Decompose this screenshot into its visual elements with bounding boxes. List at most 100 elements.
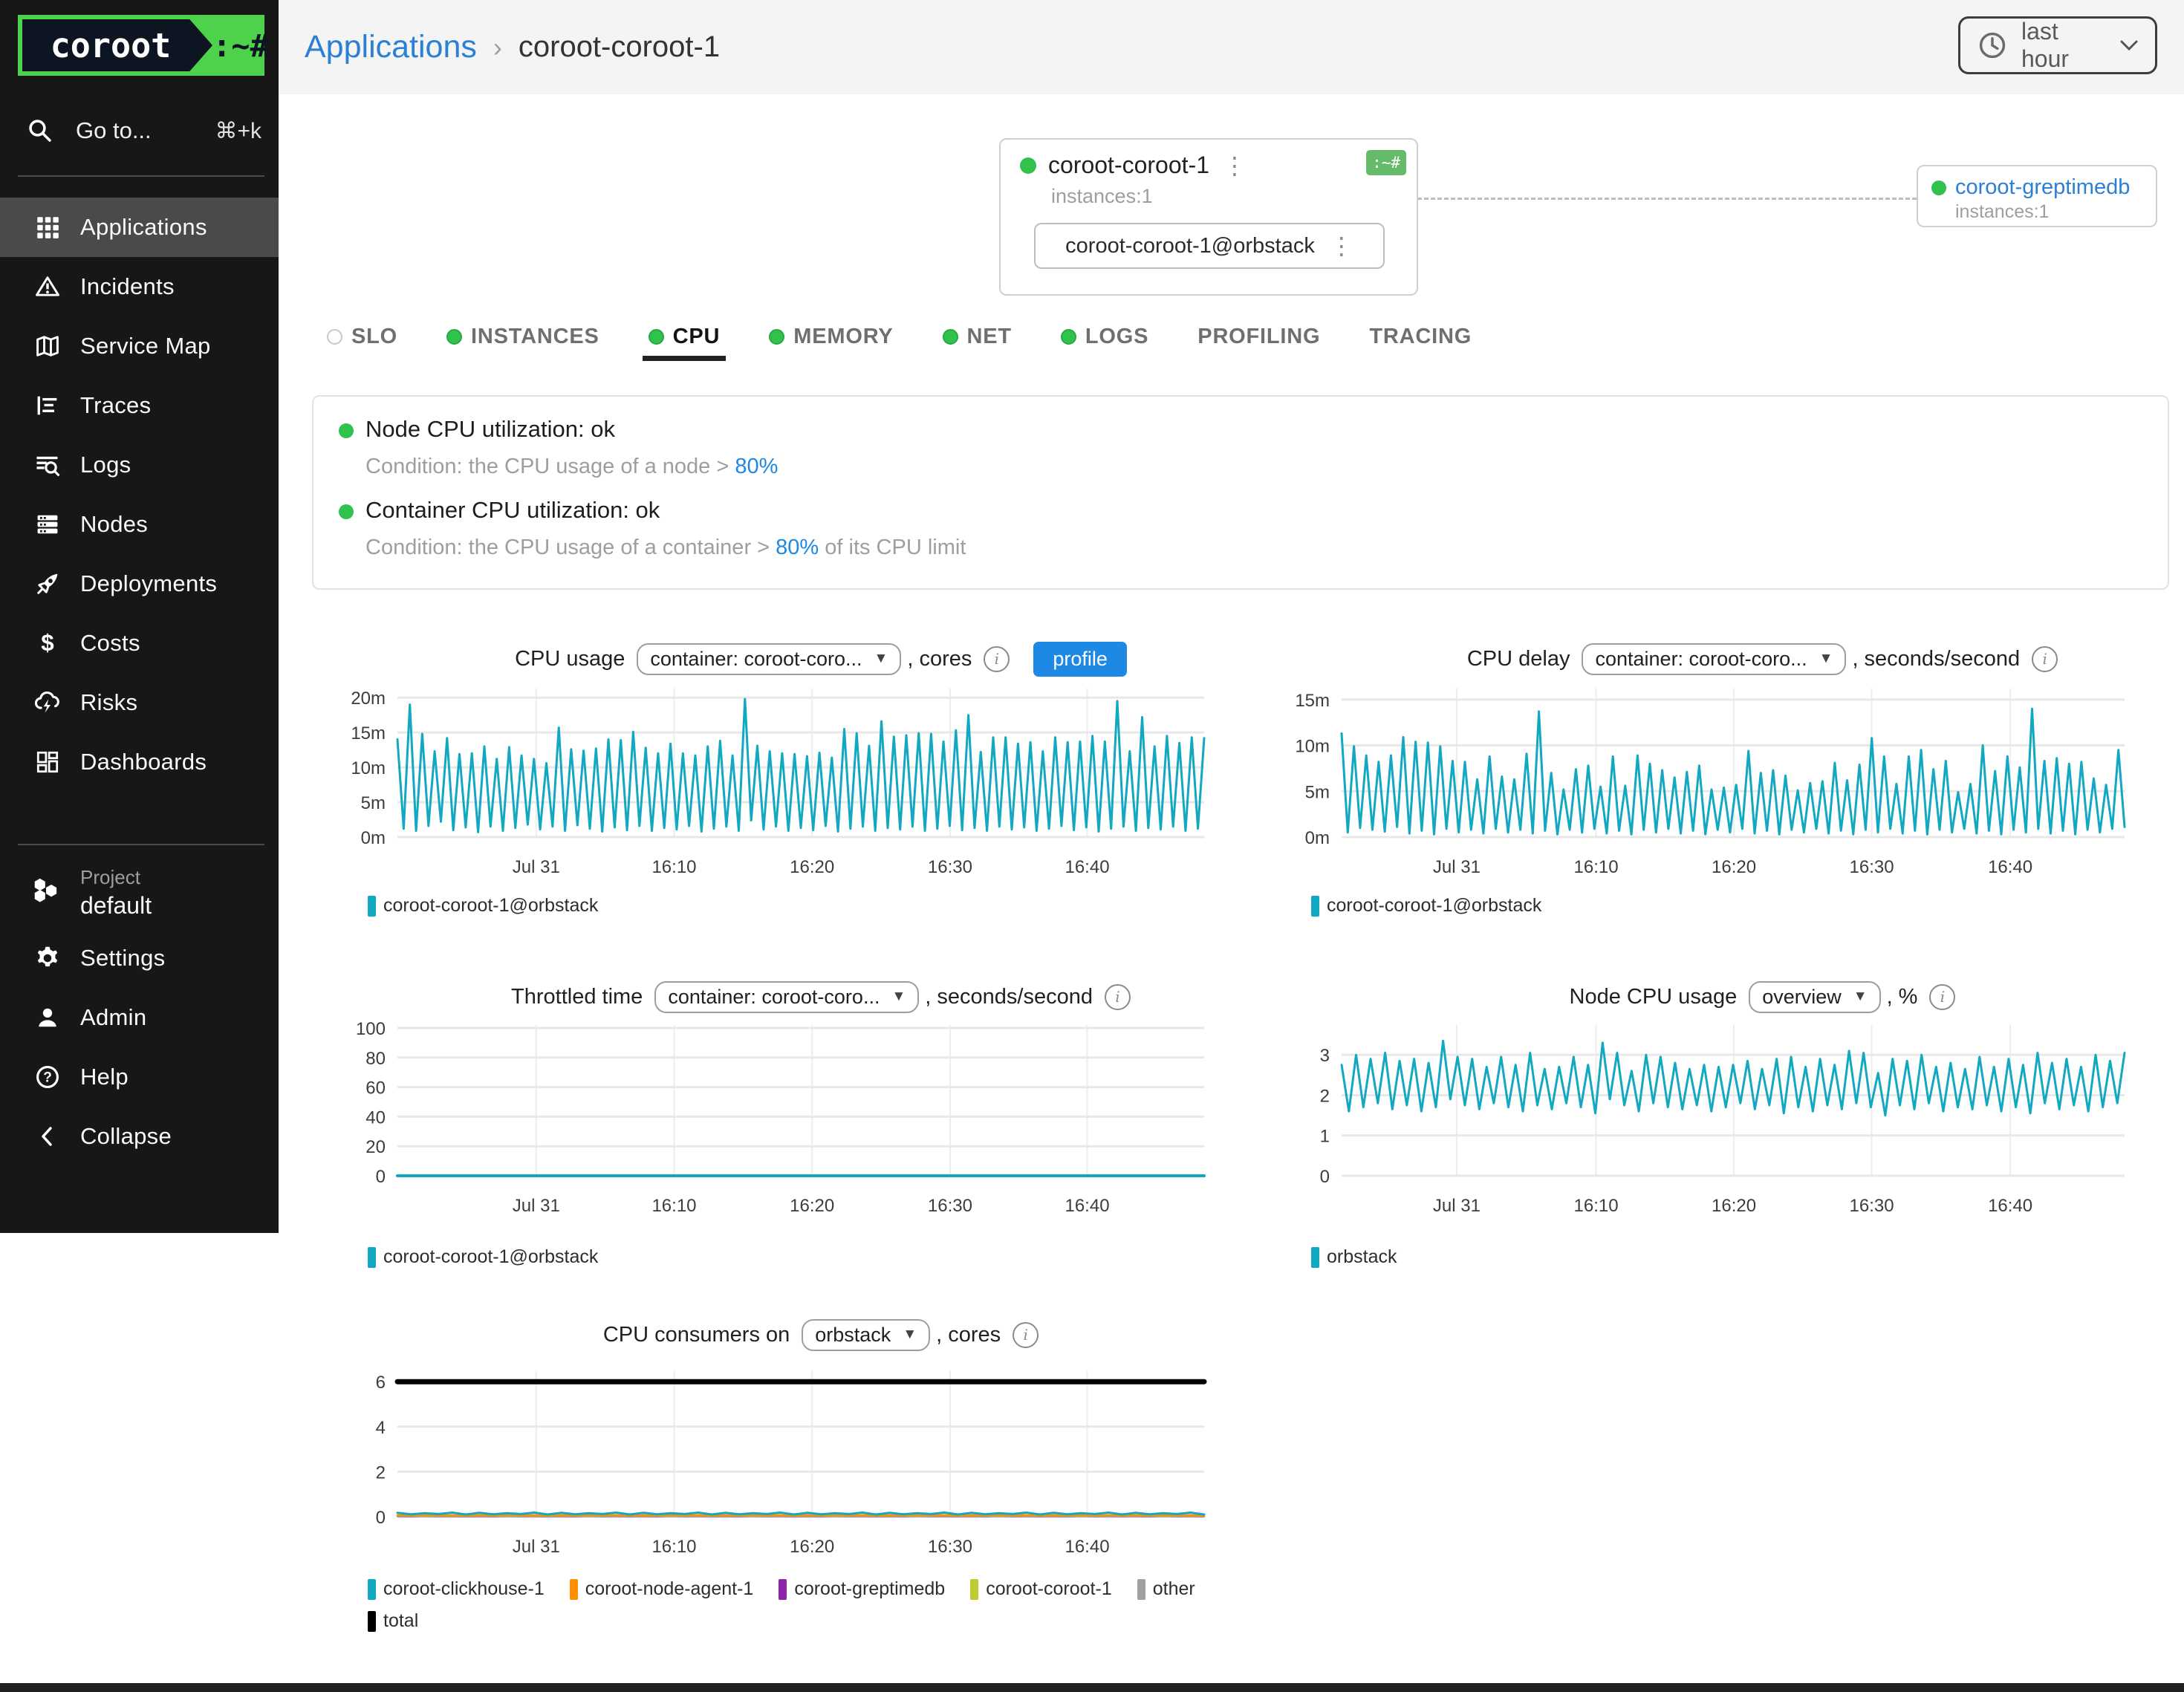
sidebar-item-logs[interactable]: Logs xyxy=(0,435,279,495)
y-tick-label: 5m xyxy=(1305,782,1330,802)
y-tick-label: 1 xyxy=(1320,1127,1330,1147)
tab-label: SLO xyxy=(351,325,397,349)
sidebar-item-nodes[interactable]: Nodes xyxy=(0,495,279,554)
tab-status-dot xyxy=(649,329,664,345)
y-tick-label: 15m xyxy=(1295,691,1330,711)
status-dot xyxy=(1931,180,1946,195)
chart-legend: coroot-coroot-1@orbstack xyxy=(368,1246,598,1268)
series-coroot-coroot-1@orbstack xyxy=(1342,709,2125,834)
check-item: Container CPU utilization: okCondition: … xyxy=(339,497,2168,560)
sidebar-item-risks[interactable]: Risks xyxy=(0,673,279,732)
y-tick-label: 2 xyxy=(376,1462,386,1483)
x-tick-label: 16:10 xyxy=(651,1196,696,1216)
goto-label: Go to... xyxy=(76,117,215,144)
check-threshold-link[interactable]: 80% xyxy=(735,455,778,478)
y-tick-label: 5m xyxy=(361,793,386,813)
linked-app-link[interactable]: coroot-greptimedb xyxy=(1955,175,2130,200)
x-tick-label: Jul 31 xyxy=(1433,1196,1481,1216)
sidebar-item-incidents[interactable]: Incidents xyxy=(0,257,279,316)
legend-item-other[interactable]: other xyxy=(1137,1578,1195,1600)
question-icon: ? xyxy=(31,1063,64,1091)
y-tick-label: 0 xyxy=(376,1167,386,1187)
breadcrumb-applications-link[interactable]: Applications xyxy=(305,29,477,65)
tab-instances[interactable]: INSTANCES xyxy=(446,325,599,349)
sidebar-item-deployments[interactable]: Deployments xyxy=(0,554,279,614)
y-tick-label: 20m xyxy=(351,689,386,709)
rocket-icon xyxy=(31,570,64,598)
sidebar-item-applications[interactable]: Applications xyxy=(0,198,279,257)
coroot-badge: :~# xyxy=(1366,150,1406,175)
sidebar-footer-nav: Settings Admin?HelpCollapse xyxy=(0,928,279,1166)
goto-shortcut: ⌘+k xyxy=(215,118,261,144)
y-tick-label: 10m xyxy=(1295,737,1330,757)
sidebar-item-collapse[interactable]: Collapse xyxy=(0,1107,279,1166)
legend-item-coroot-node-agent-1[interactable]: coroot-node-agent-1 xyxy=(570,1578,754,1600)
legend-item-coroot-coroot-1@orbstack[interactable]: coroot-coroot-1@orbstack xyxy=(368,895,598,917)
tab-cpu[interactable]: CPU xyxy=(649,325,721,349)
bottom-bar xyxy=(0,1683,2184,1692)
tab-memory[interactable]: MEMORY xyxy=(769,325,893,349)
instances-count: instances:1 xyxy=(1051,185,1417,208)
kebab-menu-icon[interactable]: ⋮ xyxy=(1223,154,1247,178)
svg-text:?: ? xyxy=(43,1070,52,1086)
kebab-menu-icon[interactable]: ⋮ xyxy=(1330,234,1353,258)
checks-panel: Node CPU utilization: okCondition: the C… xyxy=(312,395,2169,590)
project-label: Project xyxy=(80,866,152,889)
y-tick-label: 10m xyxy=(351,758,386,778)
chart-cpu-delay: CPU delay container: coroot-coro...▼ , s… xyxy=(1255,635,2184,947)
legend-item-coroot-coroot-1@orbstack[interactable]: coroot-coroot-1@orbstack xyxy=(1311,895,1541,917)
sidebar-item-label: Applications xyxy=(80,214,207,241)
tab-tracing[interactable]: TRACING xyxy=(1369,325,1472,349)
legend-item-coroot-coroot-1@orbstack[interactable]: coroot-coroot-1@orbstack xyxy=(368,1246,598,1268)
sidebar-item-admin[interactable]: Admin xyxy=(0,988,279,1047)
legend-item-total[interactable]: total xyxy=(368,1610,418,1632)
sidebar-item-help[interactable]: ?Help xyxy=(0,1047,279,1107)
legend-item-orbstack[interactable]: orbstack xyxy=(1311,1246,1397,1268)
tab-net[interactable]: NET xyxy=(943,325,1012,349)
sidebar-item-label: Nodes xyxy=(80,511,148,538)
legend-swatch xyxy=(368,896,376,917)
coroot-logo[interactable]: coroot :~# xyxy=(18,15,264,76)
series-coroot-clickhouse-1 xyxy=(397,1513,1204,1515)
node-cpu-usage-plot[interactable]: Jul 3116:1016:2016:3016:400123 xyxy=(1255,973,2184,1240)
breadcrumb: Applications › coroot-coroot-1 xyxy=(305,0,720,94)
check-condition: Condition: the CPU usage of a container … xyxy=(365,536,966,560)
cpu-usage-plot[interactable]: Jul 3116:1016:2016:3016:400m5m10m15m20m xyxy=(312,635,1244,891)
sidebar-item-label: Deployments xyxy=(80,570,217,597)
sidebar: coroot :~# Go to... ⌘+k Applications Inci… xyxy=(0,0,279,1233)
tab-profiling[interactable]: PROFILING xyxy=(1197,325,1320,349)
app-card-coroot-coroot-1[interactable]: coroot-coroot-1 ⋮ :~# instances:1 coroot… xyxy=(999,138,1418,296)
project-switcher[interactable]: Project default xyxy=(0,862,279,925)
sidebar-item-costs[interactable]: $Costs xyxy=(0,614,279,673)
x-tick-label: 16:30 xyxy=(928,1537,972,1557)
legend-item-coroot-clickhouse-1[interactable]: coroot-clickhouse-1 xyxy=(368,1578,545,1600)
legend-item-coroot-greptimedb[interactable]: coroot-greptimedb xyxy=(779,1578,945,1600)
chart-throttled-time: Throttled time container: coroot-coro...… xyxy=(312,973,1244,1296)
sidebar-item-label: Costs xyxy=(80,630,140,657)
check-threshold-link[interactable]: 80% xyxy=(776,536,819,559)
breadcrumb-current: coroot-coroot-1 xyxy=(519,30,720,64)
throttled-time-plot[interactable]: Jul 3116:1016:2016:3016:40020406080100 xyxy=(312,973,1244,1240)
cpu-consumers-plot[interactable]: Jul 3116:1016:2016:3016:400246 xyxy=(312,1311,1244,1578)
cpu-delay-plot[interactable]: Jul 3116:1016:2016:3016:400m5m10m15m xyxy=(1255,635,2184,891)
legend-item-coroot-coroot-1[interactable]: coroot-coroot-1 xyxy=(970,1578,1112,1600)
time-range-picker[interactable]: last hour xyxy=(1958,16,2157,74)
sidebar-item-traces[interactable]: Traces xyxy=(0,376,279,435)
sidebar-item-label: Settings xyxy=(80,945,165,972)
sidebar-item-dashboards[interactable]: Dashboards xyxy=(0,732,279,792)
tab-logs[interactable]: LOGS xyxy=(1061,325,1148,349)
goto-search[interactable]: Go to... ⌘+k xyxy=(18,108,264,153)
sidebar-item-settings[interactable]: Settings xyxy=(0,928,279,988)
legend-swatch xyxy=(368,1247,376,1268)
app-card-name: coroot-coroot-1 xyxy=(1048,152,1209,179)
chart-node-cpu-usage: Node CPU usage overview▼ , % i Jul 3116:… xyxy=(1255,973,2184,1296)
instance-pill[interactable]: coroot-coroot-1@orbstack ⋮ xyxy=(1034,223,1385,269)
sidebar-item-service-map[interactable]: Service Map xyxy=(0,316,279,376)
tab-slo[interactable]: SLO xyxy=(327,325,397,349)
chart-cpu-usage: CPU usage container: coroot-coro...▼ , c… xyxy=(312,635,1244,947)
y-tick-label: 80 xyxy=(365,1049,386,1069)
tab-label: LOGS xyxy=(1085,325,1148,349)
app-card-coroot-greptimedb[interactable]: coroot-greptimedb instances:1 xyxy=(1917,165,2157,227)
logo-wordmark: coroot xyxy=(22,19,212,71)
sidebar-nav: Applications IncidentsService MapTracesLo… xyxy=(0,198,279,792)
